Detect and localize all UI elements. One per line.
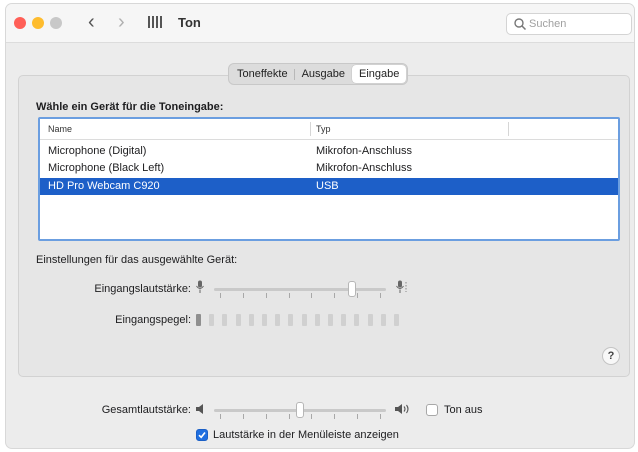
column-divider [310, 122, 311, 136]
speaker-low-icon [196, 404, 203, 414]
search-field[interactable] [506, 13, 632, 35]
level-meter-segment [367, 314, 373, 326]
minimize-button[interactable] [32, 17, 44, 29]
output-volume-label: Gesamtlautstärke: [101, 404, 191, 416]
input-volume-track[interactable] [214, 288, 386, 291]
level-meter-segment [380, 314, 386, 326]
table-row[interactable]: Microphone (Black Left) Mikrofon-Anschlu… [40, 160, 618, 177]
slider-tick [357, 414, 359, 419]
slider-tick [311, 293, 313, 298]
level-meter-segment [262, 314, 267, 326]
device-name: Microphone (Digital) [48, 145, 147, 157]
tab-bar: Toneffekte Ausgabe Eingabe [228, 63, 409, 85]
slider-tick [220, 293, 221, 298]
level-meter-segment [275, 314, 281, 326]
menubar-volume-checkbox[interactable] [196, 429, 208, 441]
tab-ausgabe[interactable]: Ausgabe [295, 65, 352, 83]
device-settings-title: Einstellungen für das ausgewählte Gerät: [36, 254, 238, 266]
menubar-volume-label[interactable]: Lautstärke in der Menüleiste anzeigen [213, 429, 399, 441]
column-header-type[interactable]: Typ [316, 124, 331, 134]
speaker-high-icon [395, 404, 409, 414]
slider-tick [288, 414, 290, 419]
help-button[interactable]: ? [602, 347, 620, 365]
microphone-low-icon [196, 280, 204, 293]
device-type: USB [316, 180, 339, 192]
input-volume-label: Eingangslautstärke: [94, 283, 191, 295]
level-meter-segment [301, 314, 307, 326]
level-meter-segment [288, 314, 294, 326]
title-bar: ‹ › Ton [6, 4, 634, 43]
level-meter-segment [248, 314, 254, 326]
system-preferences-window: ‹ › Ton Toneffekte Ausgabe Eingabe Wähle… [6, 4, 634, 448]
tab-eingabe[interactable]: Eingabe [352, 65, 407, 83]
output-volume-slider-knob[interactable] [296, 402, 304, 418]
slider-tick [220, 414, 221, 419]
slider-tick [357, 293, 359, 298]
show-all-grid-icon[interactable] [148, 16, 164, 28]
tab-toneffekte[interactable]: Toneffekte [230, 65, 295, 83]
input-device-table[interactable]: Name Typ Microphone (Digital) Mikrofon-A… [38, 117, 620, 241]
forward-chevron-icon[interactable]: › [118, 12, 125, 32]
device-type: Mikrofon-Anschluss [316, 145, 412, 157]
search-icon [514, 18, 527, 31]
input-level-label: Eingangspegel: [115, 314, 191, 326]
slider-tick [242, 414, 244, 419]
slider-tick [334, 414, 336, 419]
level-meter-segment [354, 314, 360, 326]
level-meter-segment [394, 314, 399, 326]
slider-tick [265, 414, 267, 419]
device-name: HD Pro Webcam C920 [48, 180, 160, 192]
column-divider [508, 122, 509, 136]
table-row[interactable]: Microphone (Digital) Mikrofon-Anschluss [40, 143, 618, 160]
level-meter-segment [314, 314, 320, 326]
device-section-title: Wähle ein Gerät für die Toneingabe: [36, 101, 224, 113]
mute-label[interactable]: Ton aus [444, 404, 483, 416]
back-chevron-icon[interactable]: ‹ [88, 12, 95, 32]
slider-tick [334, 293, 336, 298]
mute-checkbox[interactable] [426, 404, 438, 416]
slider-tick [288, 293, 290, 298]
slider-tick [311, 414, 313, 419]
close-button[interactable] [14, 17, 26, 29]
device-name: Microphone (Black Left) [48, 162, 165, 174]
slider-tick [265, 293, 267, 298]
zoom-button[interactable] [50, 17, 62, 29]
checkmark-icon [198, 432, 206, 439]
input-volume-slider-knob[interactable] [347, 281, 356, 297]
level-meter-segment [328, 314, 333, 326]
column-header-name[interactable]: Name [48, 124, 72, 134]
search-input[interactable] [529, 17, 625, 31]
slider-tick [380, 414, 381, 419]
level-meter-segment [222, 314, 228, 326]
window-title: Ton [178, 15, 201, 30]
device-type: Mikrofon-Anschluss [316, 162, 412, 174]
level-meter-segment [209, 314, 215, 326]
slider-tick [242, 293, 244, 298]
microphone-high-icon [396, 280, 407, 293]
level-meter-segment [196, 314, 201, 326]
slider-tick [380, 293, 381, 298]
level-meter-segment [341, 314, 347, 326]
table-header: Name Typ [40, 119, 618, 140]
table-row-selected[interactable]: HD Pro Webcam C920 USB [40, 178, 618, 195]
level-meter-segment [235, 314, 241, 326]
